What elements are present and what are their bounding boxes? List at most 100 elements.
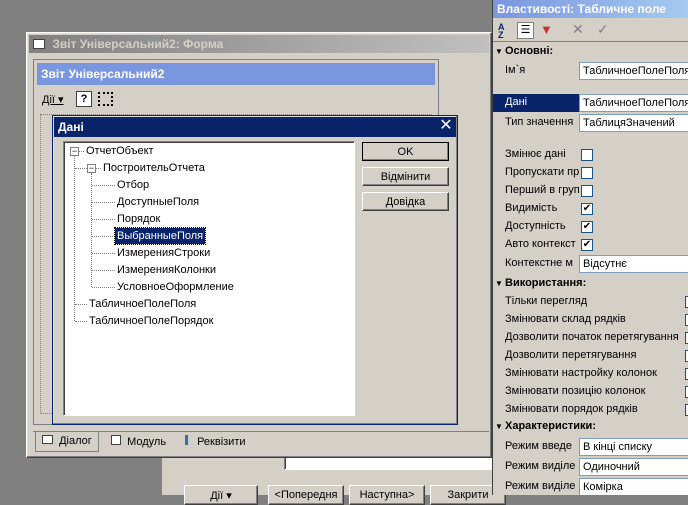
tab-module[interactable]: Модуль <box>105 432 172 452</box>
prop-flag-label: Авто контекст <box>505 238 576 250</box>
report-form-title: Звіт Універсальний2: Форма <box>52 37 224 51</box>
tab-dialog[interactable]: Діалог <box>35 432 99 452</box>
close-icon[interactable]: ✕ <box>437 117 455 135</box>
ok-button[interactable]: OK <box>362 142 449 161</box>
report-form-titlebar[interactable]: Звіт Універсальний2: Форма <box>29 35 489 53</box>
tree-node[interactable]: Отбор <box>115 177 151 193</box>
prop-name-row: Ім`я ТабличноеПолеПоля <box>493 62 688 80</box>
properties-titlebar[interactable]: Властивості: Табличне поле <box>493 0 688 18</box>
prop-name-label: Ім`я <box>505 64 526 76</box>
tree-node[interactable]: ПостроительОтчета <box>101 160 207 176</box>
section-basic-label: Основні: <box>505 45 554 57</box>
tree-node[interactable]: УсловноеОформление <box>115 279 236 295</box>
dropdown-arrow-icon: ▾ <box>226 490 232 502</box>
data-dialog-title: Дані <box>58 120 84 134</box>
tree-connector <box>75 304 87 305</box>
actions-menu[interactable]: Дії ▾ <box>42 93 64 106</box>
dropdown-arrow-icon: ▾ <box>58 94 64 106</box>
tab-attributes[interactable]: Реквізити <box>179 432 252 452</box>
tree-connector <box>92 287 115 288</box>
prop-usage-row: Дозволити перетягування <box>493 347 688 365</box>
prop-data-label: Дані <box>505 96 528 108</box>
next-button[interactable]: Наступна> <box>349 485 425 505</box>
checkbox-checked[interactable]: ✔ <box>581 203 593 215</box>
prop-flag-row: Пропускати пр <box>493 164 688 182</box>
attributes-icon <box>185 435 191 445</box>
prop-char-field[interactable]: Одиночний <box>579 458 688 476</box>
help-button[interactable]: Довідка <box>362 192 449 211</box>
collapse-triangle-icon: ▼ <box>495 422 503 431</box>
tree-node[interactable]: ТабличноеПолеПоля <box>87 296 198 312</box>
section-characteristics[interactable]: ▼ Характеристики: <box>493 419 688 435</box>
prop-usage-label: Дозволити перетягування <box>505 349 637 361</box>
prop-contextmenu-field[interactable]: Відсутнє <box>579 255 688 273</box>
check-icon[interactable]: ✓ <box>597 21 609 38</box>
collapse-toggle-icon[interactable]: − <box>87 164 96 173</box>
prop-flag-label: Перший в груп <box>505 184 579 196</box>
form-tabs: Діалог Модуль Реквізити <box>33 431 489 453</box>
prop-flag-label: Змінює дані <box>505 148 566 160</box>
section-characteristics-label: Характеристики: <box>505 420 596 432</box>
prop-char-field[interactable]: В кінці списку <box>579 438 688 456</box>
prop-data-field[interactable]: ТабличноеПолеПоля <box>579 94 688 112</box>
help-icon[interactable]: ? <box>76 91 92 107</box>
tree-connector <box>92 219 115 220</box>
collapse-triangle-icon: ▼ <box>495 47 503 56</box>
select-region-icon[interactable] <box>98 92 113 106</box>
prop-valuetype-field[interactable]: ТаблицяЗначений <box>579 114 688 132</box>
categories-icon[interactable]: ☰ <box>517 22 534 39</box>
prop-flag-row: Авто контекст ✔ <box>493 236 688 254</box>
tree-node[interactable]: ИзмеренияКолонки <box>115 262 218 278</box>
filter-icon[interactable]: ▼ <box>540 22 553 37</box>
tree-connector <box>92 253 115 254</box>
properties-panel: Властивості: Табличне поле AZ ☰ ▼ ✕ ✓ ▼ … <box>492 0 688 495</box>
prop-char-row: Режим виділе Комірка <box>493 478 688 495</box>
prop-usage-row: Дозволити початок перетягування <box>493 329 688 347</box>
prop-char-field[interactable]: Комірка <box>579 478 688 495</box>
sort-az-icon[interactable]: AZ <box>498 23 505 40</box>
prev-button[interactable]: <Попередня <box>268 485 344 505</box>
form-actions-label: Дії <box>210 490 224 502</box>
data-dialog-titlebar[interactable]: Дані <box>54 117 456 137</box>
delete-icon[interactable]: ✕ <box>572 21 584 38</box>
checkbox[interactable] <box>581 167 593 179</box>
prop-contextmenu-label: Контекстне м <box>505 257 573 269</box>
window-icon <box>33 39 45 49</box>
tree-connector <box>75 321 87 322</box>
tree-node[interactable]: ДоступныеПоля <box>115 194 201 210</box>
collapse-triangle-icon: ▼ <box>495 279 503 288</box>
checkbox[interactable] <box>581 149 593 161</box>
section-usage[interactable]: ▼ Використання: <box>493 276 688 292</box>
data-tree[interactable]: − ОтчетОбъект − ПостроительОтчета Отбор … <box>63 141 355 416</box>
tree-node[interactable]: ОтчетОбъект <box>84 143 156 159</box>
form-actions-button[interactable]: Дії ▾ <box>184 485 258 505</box>
checkbox[interactable] <box>581 185 593 197</box>
cancel-button[interactable]: Відмінити <box>362 167 449 186</box>
prop-char-row: Режим виділе Одиночний <box>493 458 688 476</box>
collapse-toggle-icon[interactable]: − <box>70 147 79 156</box>
tree-node[interactable]: Порядок <box>115 211 162 227</box>
module-icon <box>111 435 121 445</box>
tree-connector <box>74 156 75 321</box>
tree-node[interactable]: ТабличноеПолеПорядок <box>87 313 215 329</box>
prop-usage-label: Змінювати порядок рядків <box>505 403 638 415</box>
prop-usage-row: Змінювати порядок рядків <box>493 401 688 419</box>
properties-title: Властивості: Табличне поле <box>497 2 666 16</box>
checkbox-checked[interactable]: ✔ <box>581 239 593 251</box>
prop-char-row: Режим введе В кінці списку <box>493 438 688 456</box>
properties-toolbar: AZ ☰ ▼ ✕ ✓ <box>493 20 688 42</box>
checkbox-checked[interactable]: ✔ <box>581 221 593 233</box>
section-basic[interactable]: ▼ Основні: <box>493 44 688 60</box>
prop-flag-label: Видимість <box>505 202 558 214</box>
tree-connector <box>92 202 115 203</box>
prop-char-label: Режим введе <box>505 440 572 452</box>
inner-form-titlebar: Звіт Універсальний2 <box>37 63 435 85</box>
tree-node-selected[interactable]: ВыбранныеПоля <box>113 227 207 245</box>
tab-attributes-label: Реквізити <box>197 436 246 448</box>
prop-contextmenu-row: Контекстне м Відсутнє <box>493 255 688 273</box>
tab-module-label: Модуль <box>127 436 167 448</box>
prop-name-field[interactable]: ТабличноеПолеПоля <box>579 62 688 80</box>
tree-node[interactable]: ИзмеренияСтроки <box>115 245 212 261</box>
prop-usage-label: Тільки перегляд <box>505 295 588 307</box>
prop-usage-row: Змінювати склад рядків <box>493 311 688 329</box>
